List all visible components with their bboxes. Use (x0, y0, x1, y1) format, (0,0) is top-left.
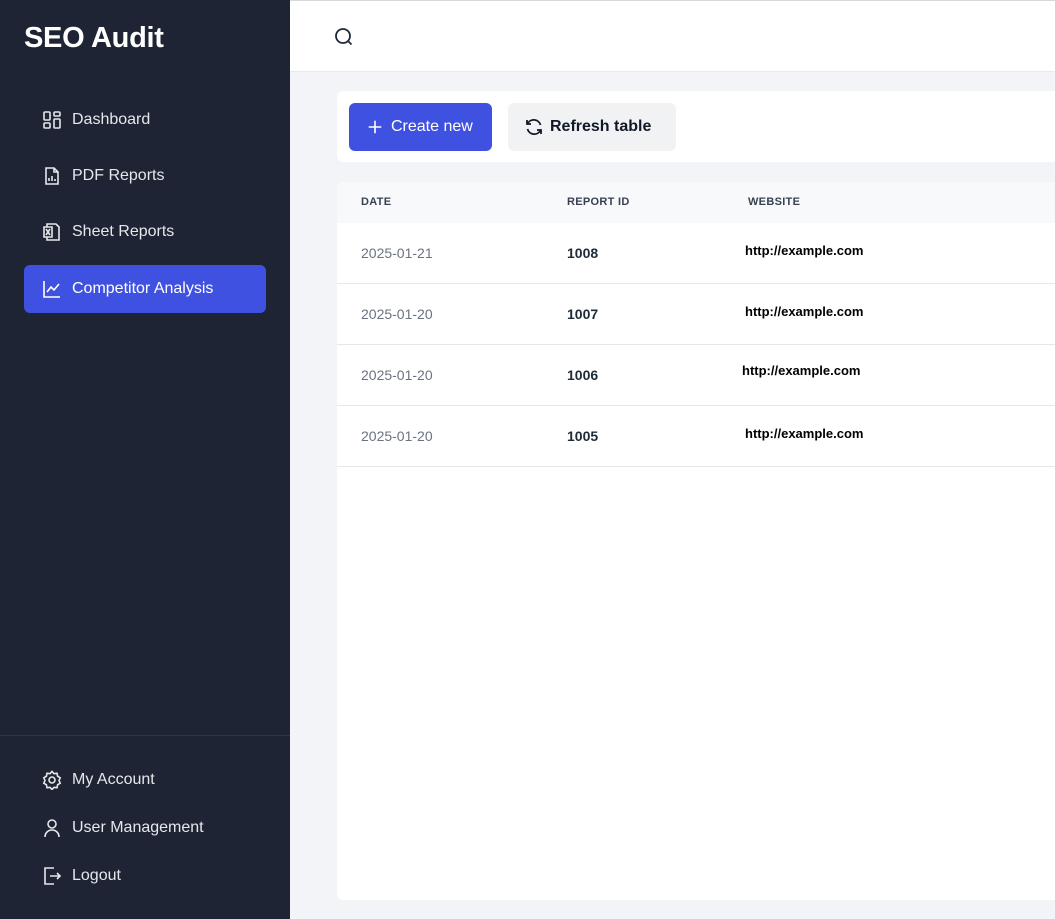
top-bar (290, 0, 1055, 72)
sidebar-item-pdf-reports[interactable]: PDF Reports (24, 152, 266, 200)
sidebar-item-sheet-reports[interactable]: Sheet Reports (24, 208, 266, 256)
table-row[interactable]: 2025-01-21 1008 http://example.com (337, 223, 1055, 284)
table-row[interactable]: 2025-01-20 1005 http://example.com (337, 406, 1055, 467)
sidebar-item-label: Competitor Analysis (72, 280, 214, 297)
dashboard-icon (42, 110, 62, 130)
user-icon (42, 818, 62, 838)
cell-date: 2025-01-20 (361, 428, 433, 444)
cell-website[interactable]: http://example.com (745, 426, 863, 441)
cell-report-id: 1007 (567, 306, 599, 322)
plus-icon (365, 117, 385, 137)
toolbar: Create new Refresh table (337, 91, 1055, 162)
sidebar-item-competitor-analysis[interactable]: Competitor Analysis (24, 265, 266, 313)
sidebar-item-label: User Management (72, 819, 204, 836)
sidebar-item-logout[interactable]: Logout (24, 852, 266, 900)
create-new-button[interactable]: Create new (349, 103, 492, 151)
column-header-date[interactable]: DATE (361, 196, 391, 208)
cell-date: 2025-01-20 (361, 306, 433, 322)
refresh-icon (524, 117, 544, 137)
refresh-table-label: Refresh table (550, 118, 652, 135)
cell-date: 2025-01-21 (361, 245, 433, 261)
sidebar-item-my-account[interactable]: My Account (24, 756, 266, 804)
cell-website[interactable]: http://example.com (745, 304, 863, 319)
sidebar-item-label: Logout (72, 867, 121, 884)
sidebar-item-label: My Account (72, 771, 155, 788)
table-row[interactable]: 2025-01-20 1007 http://example.com (337, 284, 1055, 345)
sidebar-item-label: Dashboard (72, 111, 151, 128)
pdf-report-icon (42, 166, 62, 186)
sidebar-item-label: Sheet Reports (72, 223, 175, 240)
search-icon[interactable] (334, 27, 356, 49)
chart-line-icon (42, 279, 62, 299)
column-header-website[interactable]: WEBSITE (748, 196, 800, 208)
sidebar-divider (0, 735, 290, 736)
sidebar-item-user-management[interactable]: User Management (24, 804, 266, 852)
column-header-report-id[interactable]: REPORT ID (567, 196, 630, 208)
app-title: SEO Audit (24, 22, 164, 54)
logout-icon (42, 866, 62, 886)
sidebar-item-label: PDF Reports (72, 167, 165, 184)
cell-report-id: 1006 (567, 367, 599, 383)
cell-website[interactable]: http://example.com (742, 363, 860, 378)
cell-date: 2025-01-20 (361, 367, 433, 383)
sheet-report-icon (42, 222, 62, 242)
table-header: DATE REPORT ID WEBSITE (337, 182, 1055, 223)
table-row[interactable]: 2025-01-20 1006 http://example.com (337, 345, 1055, 406)
cell-report-id: 1005 (567, 428, 599, 444)
create-new-label: Create new (391, 118, 473, 135)
cell-report-id: 1008 (567, 245, 599, 261)
sidebar-item-dashboard[interactable]: Dashboard (24, 96, 266, 144)
cell-website[interactable]: http://example.com (745, 243, 863, 258)
refresh-table-button[interactable]: Refresh table (508, 103, 676, 151)
reports-table: DATE REPORT ID WEBSITE 2025-01-21 1008 h… (337, 182, 1055, 900)
gear-icon (42, 770, 62, 790)
sidebar: SEO Audit Dashboard PDF Reports Sheet Re… (0, 0, 290, 919)
